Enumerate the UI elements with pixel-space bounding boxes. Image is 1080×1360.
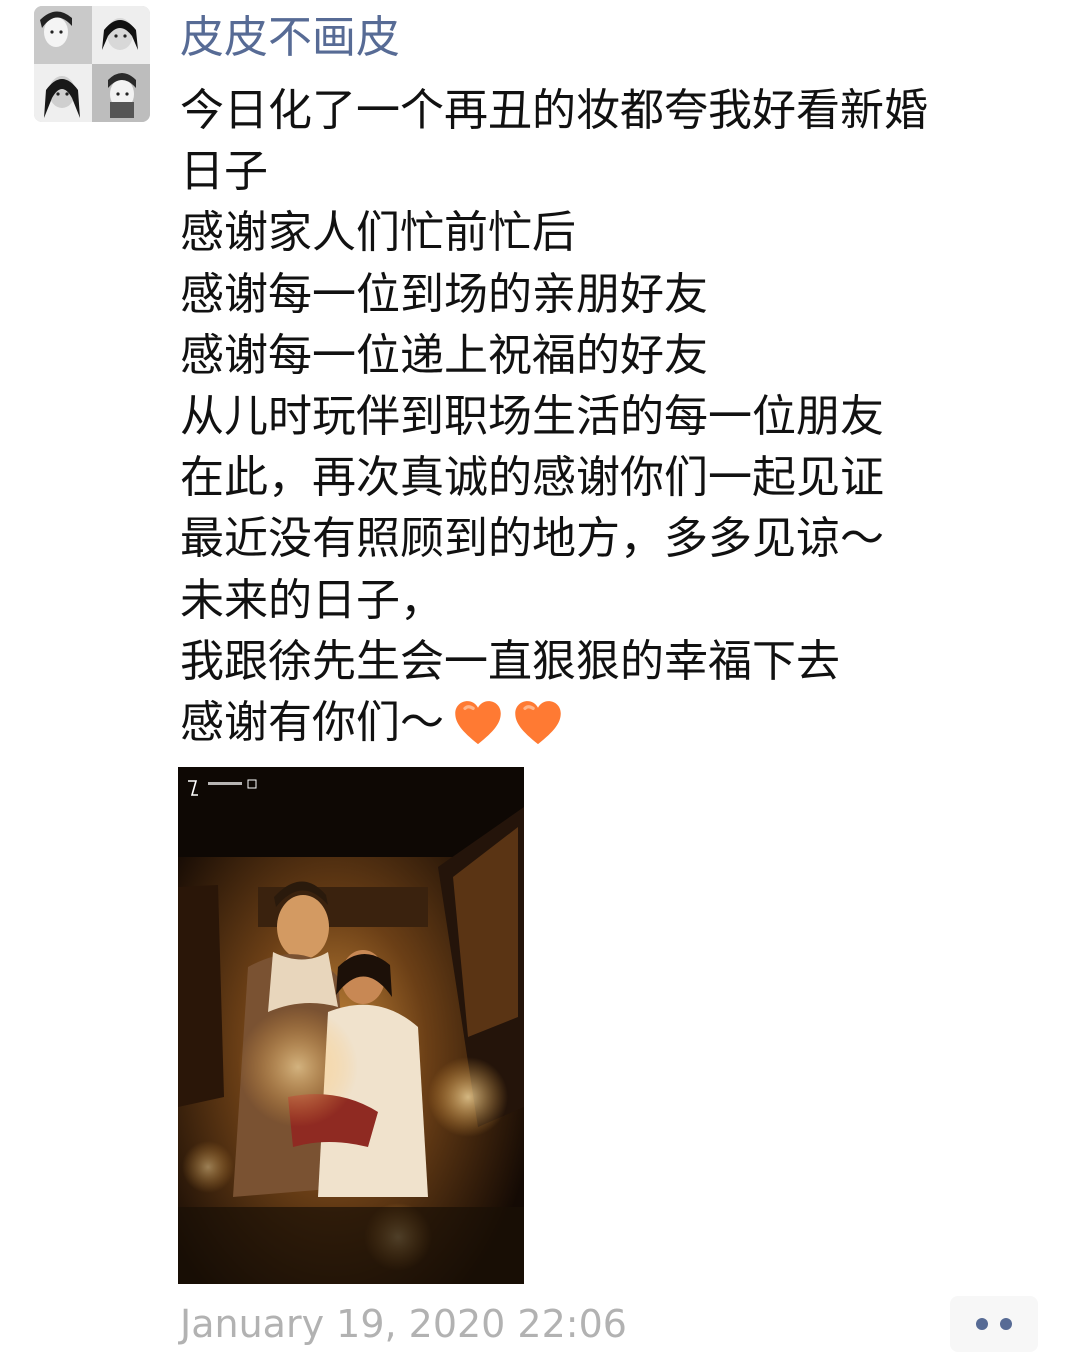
post-line: 最近没有照顾到的地方，多多见谅～ [180, 513, 884, 565]
post-line: 未来的日子， [180, 574, 444, 626]
post-timestamp: January 19, 2020 22:06 [180, 1302, 627, 1346]
emoji-row [452, 694, 572, 755]
more-dot-icon [976, 1318, 988, 1330]
orange-heart-icon [515, 701, 561, 745]
post-line: 感谢每一位递上祝福的好友 [180, 329, 708, 381]
orange-heart-icon [455, 701, 501, 745]
post-line: 从儿时玩伴到职场生活的每一位朋友 [180, 391, 884, 443]
avatar[interactable] [34, 6, 150, 122]
post-line: 在此，再次真诚的感谢你们一起见证 [180, 452, 884, 504]
more-dot-icon [1000, 1318, 1012, 1330]
post-line: 感谢家人们忙前忙后 [180, 207, 576, 259]
post-line: 感谢每一位到场的亲朋好友 [180, 268, 708, 320]
post-line: 日子 [180, 146, 268, 198]
more-actions-button[interactable] [950, 1296, 1038, 1352]
author-name[interactable]: 皮皮不画皮 [180, 6, 400, 70]
post-line-text: 感谢有你们～ [180, 697, 444, 749]
post-photo[interactable] [178, 767, 524, 1284]
post-line: 我跟徐先生会一直狠狠的幸福下去 [180, 635, 840, 687]
wedding-photo-image [178, 767, 524, 1284]
post-line-last: 感谢有你们～ [180, 692, 1040, 756]
post-line: 今日化了一个再丑的妆都夸我好看新婚 [180, 85, 928, 136]
post-text: 今日化了一个再丑的妆都夸我好看新婚 日子 感谢家人们忙前忙后 感谢每一位到场的亲… [180, 80, 1040, 756]
avatar-image [34, 6, 150, 122]
